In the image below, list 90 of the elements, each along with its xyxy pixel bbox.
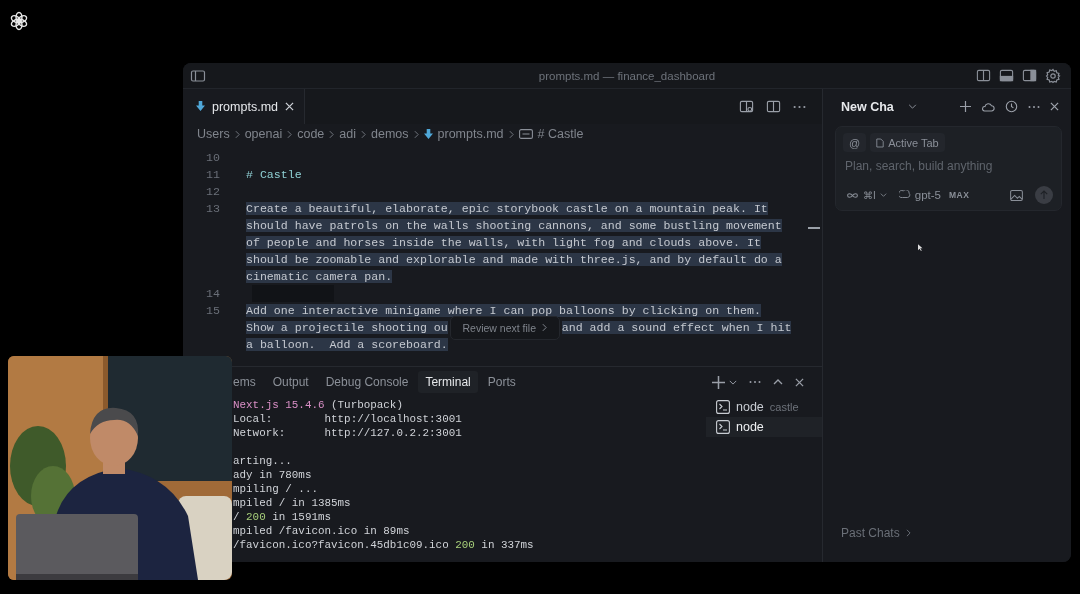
line-number: 10: [205, 150, 220, 166]
review-next-file-button[interactable]: Review next file: [449, 315, 560, 340]
code-text: cinematic camera pan.: [246, 270, 393, 283]
terminal-line: Local: http://localhost:3001: [233, 412, 463, 426]
caret-icon[interactable]: [729, 379, 737, 385]
arrow-up-icon: [1040, 190, 1048, 200]
terminal-instance[interactable]: node: [706, 417, 822, 437]
breadcrumb-item[interactable]: demos: [371, 127, 409, 141]
terminal-line: mpiling / ...: [233, 482, 319, 496]
symbol-icon: [518, 129, 533, 139]
chevron-icon: [905, 529, 911, 537]
more-icon[interactable]: [1028, 104, 1040, 109]
file-icon: [876, 137, 885, 148]
context-chip[interactable]: Active Tab: [870, 133, 945, 152]
terminal-line: / 200 in 1591ms: [233, 510, 333, 524]
image-icon[interactable]: [1010, 189, 1023, 201]
history-icon[interactable]: [1005, 100, 1018, 113]
add-icon[interactable]: [960, 101, 971, 112]
mode-selector[interactable]: ⌘I: [843, 186, 890, 204]
panel-tab[interactable]: Terminal: [418, 371, 478, 393]
terminal-line: Next.js 15.4.6 (Turbopack): [233, 398, 404, 412]
mention-button[interactable]: @: [843, 133, 867, 152]
cloud-icon[interactable]: [981, 101, 995, 112]
split-preview-icon[interactable]: [739, 99, 754, 114]
code-text: of people and horses inside the walls, with light fog and clouds above. It: [246, 236, 761, 249]
window-title: prompts.md — finance_dashboard: [538, 69, 716, 82]
settings-icon[interactable]: [1045, 67, 1061, 84]
line-number: 11: [205, 167, 220, 183]
terminal-line: /favicon.ico?favicon.45db1c09.ico 200 in 337ms: [233, 538, 535, 552]
download-arrow-icon: [196, 101, 205, 112]
chat-input-field[interactable]: Plan, search, build anything: [843, 156, 1053, 176]
terminal-icon: [716, 420, 730, 434]
terminal-line: mpiled / in 1385ms: [233, 496, 352, 510]
line-number: 14: [205, 286, 220, 302]
split-layout-icon[interactable]: [976, 68, 991, 83]
breadcrumb-item[interactable]: adi: [339, 127, 356, 141]
close-icon[interactable]: [795, 377, 804, 387]
code-text: a balloon. Add a scoreboard.: [246, 338, 448, 351]
terminal-line: arting...: [233, 454, 293, 468]
add-icon[interactable]: [712, 375, 725, 389]
chevron-icon: [329, 129, 335, 139]
infinity-icon: [846, 191, 859, 199]
terminal-instance[interactable]: node castle: [706, 397, 822, 417]
chevron-up-icon[interactable]: [773, 379, 783, 385]
terminal-line: Network: http://127.0.2.2:3001: [233, 426, 463, 440]
chat-tab[interactable]: New Cha: [841, 99, 894, 114]
chevron-icon: [287, 129, 293, 139]
sidebar-right-icon[interactable]: [1022, 68, 1037, 83]
line-number: 13: [205, 201, 220, 217]
breadcrumb-item[interactable]: # Castle: [537, 127, 584, 141]
code-text: Add one interactive minigame where I can pop balloons by clicking on them.: [246, 304, 761, 317]
panel-tab[interactable]: Debug Console: [318, 371, 416, 393]
chevron-icon: [234, 129, 240, 139]
terminal-line: ady in 780ms: [233, 468, 313, 482]
panel-tab[interactable]: Output: [265, 371, 316, 393]
close-icon[interactable]: [285, 102, 294, 111]
code-text: should be zoomable and explorable and made with three.js, and by default do a: [246, 253, 782, 266]
code-text: # Castle: [246, 168, 302, 181]
more-icon[interactable]: [793, 104, 806, 109]
panel-tab[interactable]: Ports: [480, 371, 523, 393]
breadcrumb-item[interactable]: openai: [244, 127, 283, 141]
code-text: and add a sound effect when I hit: [561, 321, 792, 334]
more-icon[interactable]: [749, 380, 761, 384]
chevron-icon: [508, 129, 514, 139]
close-icon[interactable]: [1050, 102, 1059, 111]
download-arrow-icon: [423, 128, 433, 140]
code-text: Show a projectile shooting ou: [246, 321, 448, 334]
code-text: Create a beautiful, elaborate, epic storybook castle on a mountain peak. It: [246, 202, 768, 215]
line-number: 12: [205, 184, 220, 200]
chevron-icon: [361, 129, 366, 139]
breadcrumb-item[interactable]: code: [297, 127, 325, 141]
past-chats-link[interactable]: Past Chats: [841, 526, 911, 540]
chevron-icon: [413, 129, 419, 139]
sidebar-toggle-icon[interactable]: [190, 67, 206, 84]
model-selector[interactable]: gpt-5 MAX: [895, 186, 973, 204]
line-number: 15: [205, 303, 220, 319]
terminal-icon: [716, 400, 730, 414]
caret-icon: [879, 193, 887, 197]
mouse-pointer-icon: [918, 244, 924, 252]
scrollbar-marker: [808, 227, 820, 229]
chevron-icon: [542, 323, 548, 332]
breadcrumb-item[interactable]: Users: [197, 127, 230, 141]
panel-toggle-icon[interactable]: [999, 68, 1014, 83]
caret-icon[interactable]: [907, 104, 917, 109]
split-editor-icon[interactable]: [766, 99, 781, 114]
panel-tab[interactable]: ems: [233, 371, 263, 393]
logo-icon: [8, 10, 30, 32]
breadcrumb-item[interactable]: prompts.md: [437, 127, 504, 141]
terminal-line: mpiled /favicon.ico in 89ms: [233, 524, 411, 538]
code-text: should have patrols on the walls shooting cannons, and some bustling movement: [246, 219, 782, 232]
